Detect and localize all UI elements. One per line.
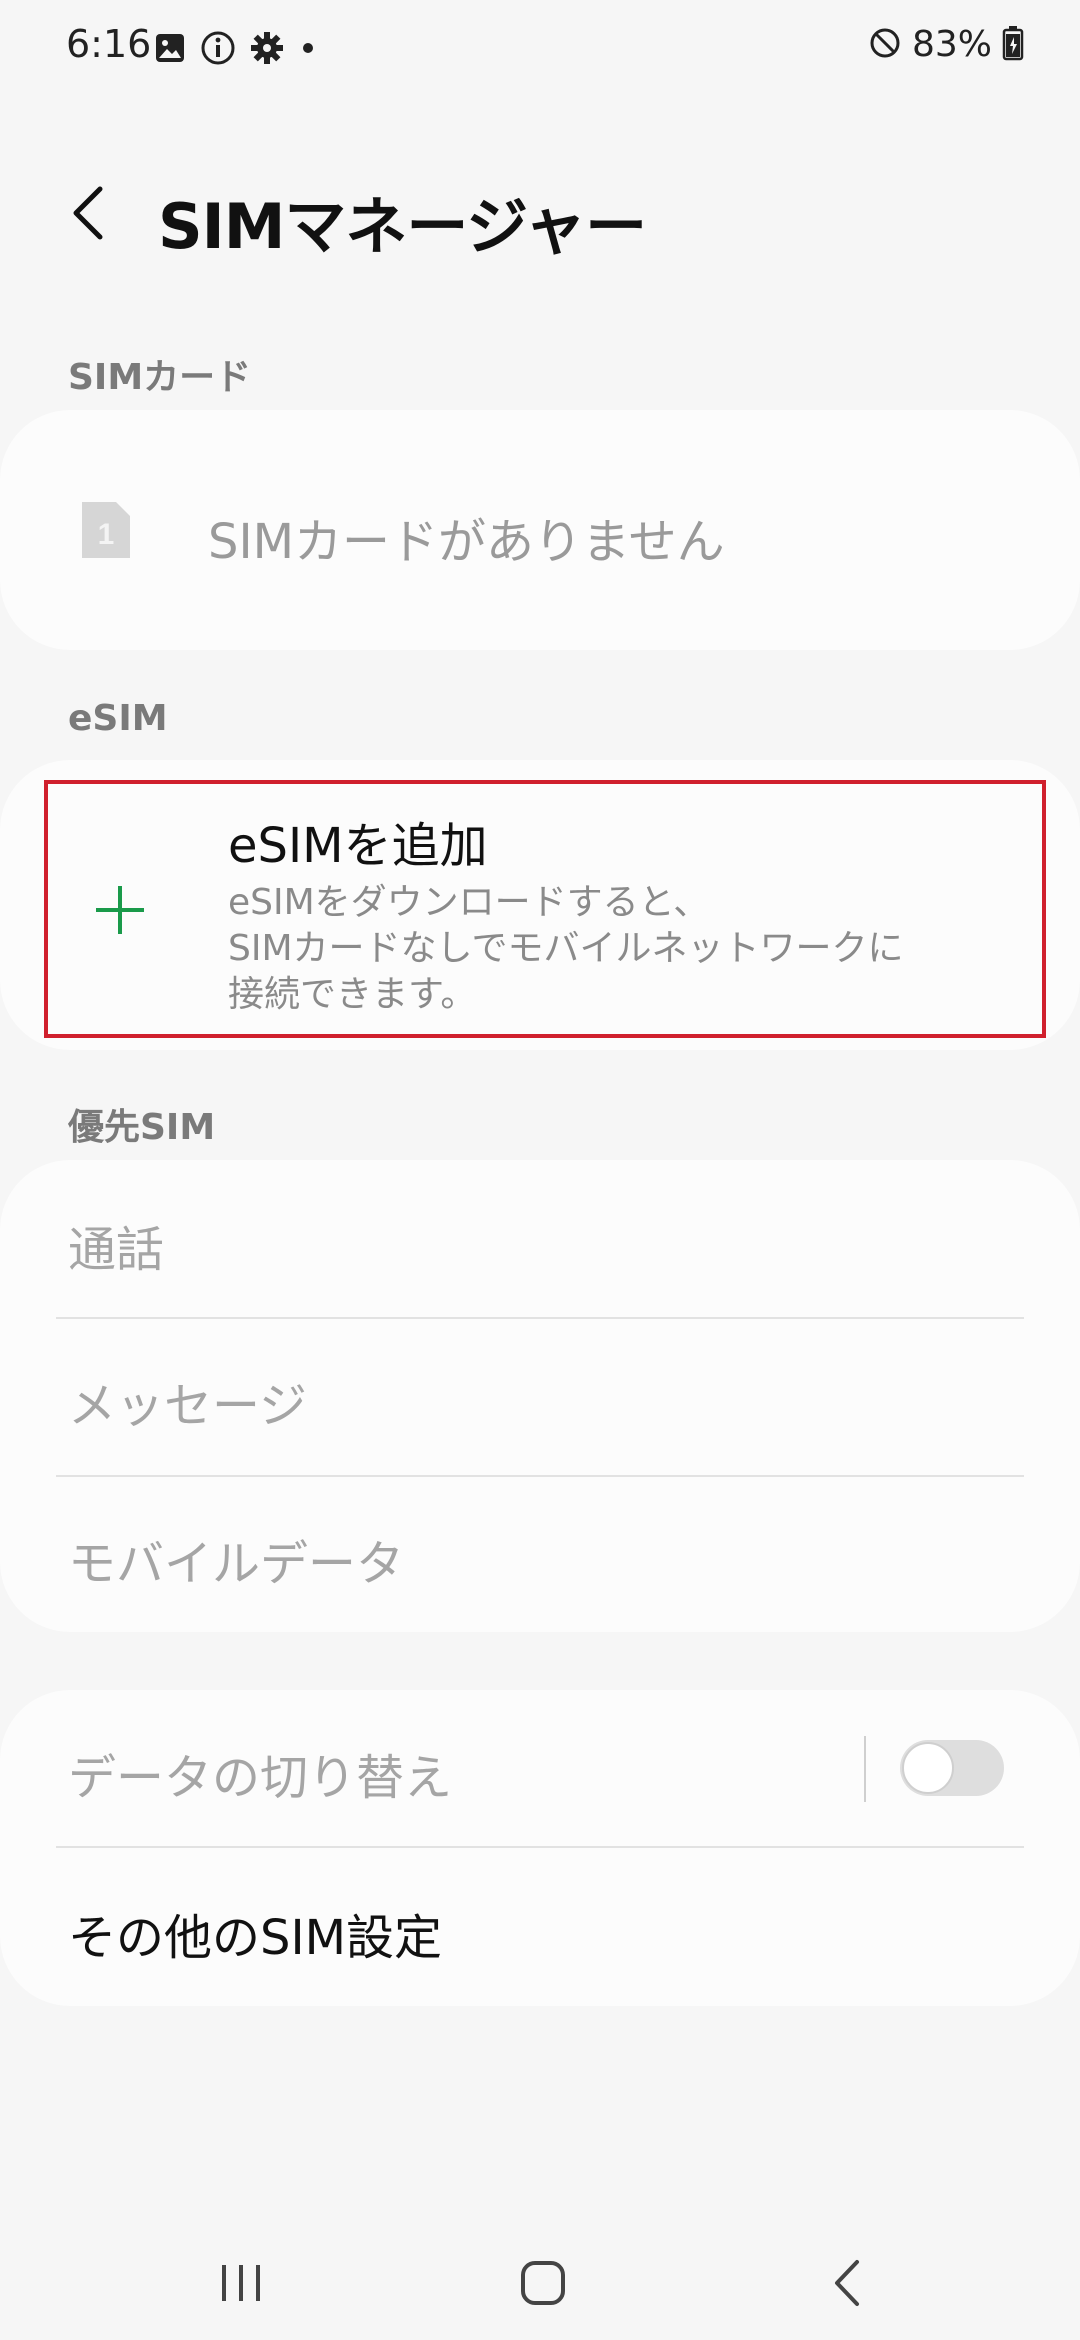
page-title: SIMマネージャー	[158, 190, 647, 263]
status-icons-right: 83%	[868, 24, 1024, 65]
section-header-preferred-sim: 優先SIM	[68, 1107, 216, 1148]
status-icons-left	[154, 30, 318, 70]
nav-back-button[interactable]	[812, 2250, 882, 2320]
recent-apps-icon	[216, 2261, 266, 2309]
toggle-knob	[902, 1742, 954, 1794]
home-button[interactable]	[508, 2250, 578, 2320]
navigation-bar	[0, 2220, 1080, 2340]
section-header-sim-card: SIMカード	[68, 357, 252, 398]
settings-gear-icon	[250, 31, 284, 69]
dot-icon	[298, 38, 318, 62]
back-button[interactable]	[58, 180, 118, 250]
chevron-left-icon	[68, 183, 108, 247]
do-not-disturb-icon	[868, 26, 902, 64]
divider	[56, 1475, 1024, 1477]
info-icon	[200, 30, 236, 70]
status-time: 6:16	[66, 22, 152, 66]
preferred-sim-card: 通話 メッセージ モバイルデータ	[0, 1160, 1080, 1632]
recent-apps-button[interactable]	[206, 2250, 276, 2320]
plus-icon	[92, 882, 148, 938]
divider	[56, 1317, 1024, 1319]
home-icon	[518, 2258, 568, 2312]
preferred-sim-mobile-data-item[interactable]: モバイルデータ	[68, 1524, 404, 1594]
switch-divider	[864, 1736, 866, 1802]
add-esim-description-line: 接続できます。	[228, 974, 477, 1015]
battery-icon	[1002, 25, 1024, 65]
sim-card-icon: 1	[78, 498, 134, 562]
no-sim-card-label: SIMカードがありません	[208, 514, 725, 570]
svg-text:1: 1	[98, 518, 115, 551]
sim-settings-card: データの切り替え その他のSIM設定	[0, 1690, 1080, 2006]
add-esim-description: eSIMをダウンロードすると、 SIMカードなしでモバイルネットワークに 接続で…	[228, 880, 1028, 1018]
back-icon	[827, 2258, 867, 2312]
add-esim-title: eSIMを追加	[228, 818, 488, 874]
add-esim-description-line: SIMカードなしでモバイルネットワークに	[228, 928, 904, 969]
esim-card: eSIMを追加 eSIMをダウンロードすると、 SIMカードなしでモバイルネット…	[0, 760, 1080, 1050]
section-header-esim: eSIM	[68, 698, 168, 739]
gallery-icon	[154, 32, 186, 68]
data-switching-label[interactable]: データの切り替え	[68, 1738, 452, 1808]
other-sim-settings-item[interactable]: その他のSIM設定	[68, 1898, 442, 1968]
status-bar: 6:16 83%	[0, 0, 1080, 100]
add-esim-item[interactable]: eSIMを追加 eSIMをダウンロードすると、 SIMカードなしでモバイルネット…	[44, 780, 1046, 1038]
sim-card-card: 1 SIMカードがありません	[0, 410, 1080, 650]
preferred-sim-messages-item[interactable]: メッセージ	[68, 1366, 307, 1436]
divider	[56, 1846, 1024, 1848]
preferred-sim-calls-item[interactable]: 通話	[68, 1210, 164, 1280]
data-switching-toggle[interactable]	[900, 1740, 1004, 1796]
battery-percentage: 83%	[911, 24, 992, 65]
add-esim-description-line: eSIMをダウンロードすると、	[228, 882, 710, 923]
